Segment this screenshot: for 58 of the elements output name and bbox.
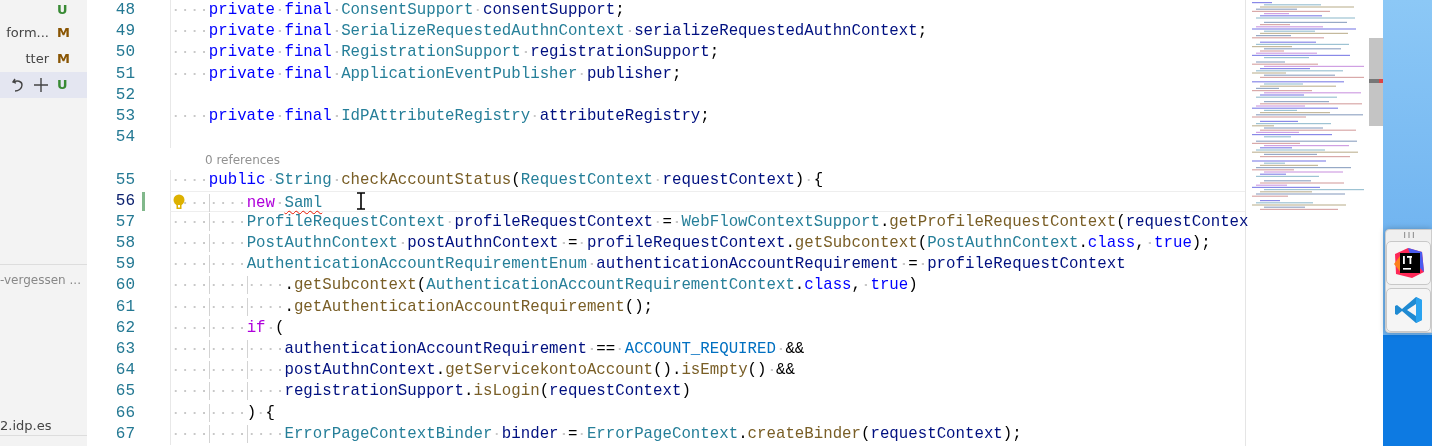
section-label: 2.idp.es — [0, 417, 52, 433]
line-number: 63 — [115, 340, 135, 358]
line-number: 65 — [115, 382, 135, 401]
line-number: 67 — [115, 424, 135, 443]
status-letter: U — [57, 1, 67, 20]
code-line: new Saml — [171, 193, 323, 212]
line-number: 55 — [115, 170, 135, 189]
code-line: .getAuthenticationAccountRequirement(); — [171, 297, 654, 316]
code-line: .getSubcontext(AuthenticationAccountRequirementContext.class, true) — [171, 276, 918, 295]
line-number: 48 — [115, 1, 135, 19]
code-line: ) { — [171, 403, 275, 422]
grip-icon[interactable] — [1402, 232, 1415, 238]
ide-app-icon[interactable] — [1386, 240, 1431, 285]
line-number: 62 — [115, 318, 135, 337]
section-label: -vergessen ... — [0, 264, 87, 289]
scrollbar-thumb[interactable] — [1369, 38, 1383, 126]
line-number: 54 — [115, 128, 135, 147]
line-number: 50 — [115, 43, 135, 62]
code-line: ErrorPageContextBinder binder = ErrorPageContext.createBinder(requestContext); — [171, 424, 1022, 443]
changed-file-item[interactable]: U — [0, 0, 87, 20]
line-number: 58 — [115, 234, 135, 253]
status-letter: U — [57, 76, 67, 95]
changed-file-item[interactable]: tter M — [0, 46, 87, 72]
line-number: 59 — [115, 255, 135, 274]
line-number: 57 — [115, 212, 135, 231]
code-line: AuthenticationAccountRequirementEnum authenticationAccountRequirement = profileRequestContext — [171, 255, 1126, 274]
code-line: private final ApplicationEventPublisher publisher; — [171, 64, 682, 83]
status-letter: M — [57, 50, 67, 69]
code-line: private final ConsentSupport consentSupport; — [171, 1, 625, 19]
changed-file-item[interactable]: form... M — [0, 20, 87, 46]
code-line: PostAuthnContext postAuthnContext = profileRequestContext.getSubcontext(PostAuthnContext.class, true); — [171, 234, 1211, 253]
changed-file-item[interactable]: U — [0, 72, 87, 98]
lightbulb-icon[interactable] — [173, 193, 185, 210]
file-name: form... — [6, 24, 49, 43]
code-line: private final SerializeRequestedAuthnContext serializeRequestedAuthnContext; — [171, 22, 928, 41]
line-number: 66 — [115, 403, 135, 422]
text-cursor-icon — [356, 191, 367, 210]
code-line: postAuthnContext.getServicekontoAccount().isEmpty() && — [171, 361, 795, 380]
code-line: public String checkAccountStatus(RequestContext requestContext) { — [171, 170, 824, 189]
code-line: ProfileRequestContext profileRequestContext = WebFlowContextSupport.getProfileRequestContext(requestContex — [171, 212, 1249, 231]
discard-icon[interactable] — [11, 77, 25, 93]
code-line: if ( — [171, 318, 285, 337]
code-lens-link[interactable]: 0 references — [205, 153, 280, 168]
line-number: 60 — [115, 276, 135, 295]
code-line: private final RegistrationSupport registrationSupport; — [171, 43, 720, 62]
line-number: 52 — [115, 85, 135, 104]
code-line: registrationSupport.isLogin(requestContext) — [171, 382, 691, 401]
file-name: tter — [25, 50, 49, 69]
line-number: 64 — [115, 361, 135, 380]
line-number: 53 — [115, 106, 135, 125]
code-line: private final IdPAttributeRegistry attributeRegistry; — [171, 106, 710, 125]
line-number: 49 — [115, 22, 135, 41]
status-letter: M — [57, 24, 67, 43]
code-line: authenticationAccountRequirement == ACCOUNT_REQUIRED && — [171, 340, 805, 358]
line-number: 56 — [115, 191, 135, 210]
plus-icon[interactable] — [33, 77, 49, 93]
line-number: 61 — [115, 297, 135, 316]
line-number: 51 — [115, 64, 135, 83]
